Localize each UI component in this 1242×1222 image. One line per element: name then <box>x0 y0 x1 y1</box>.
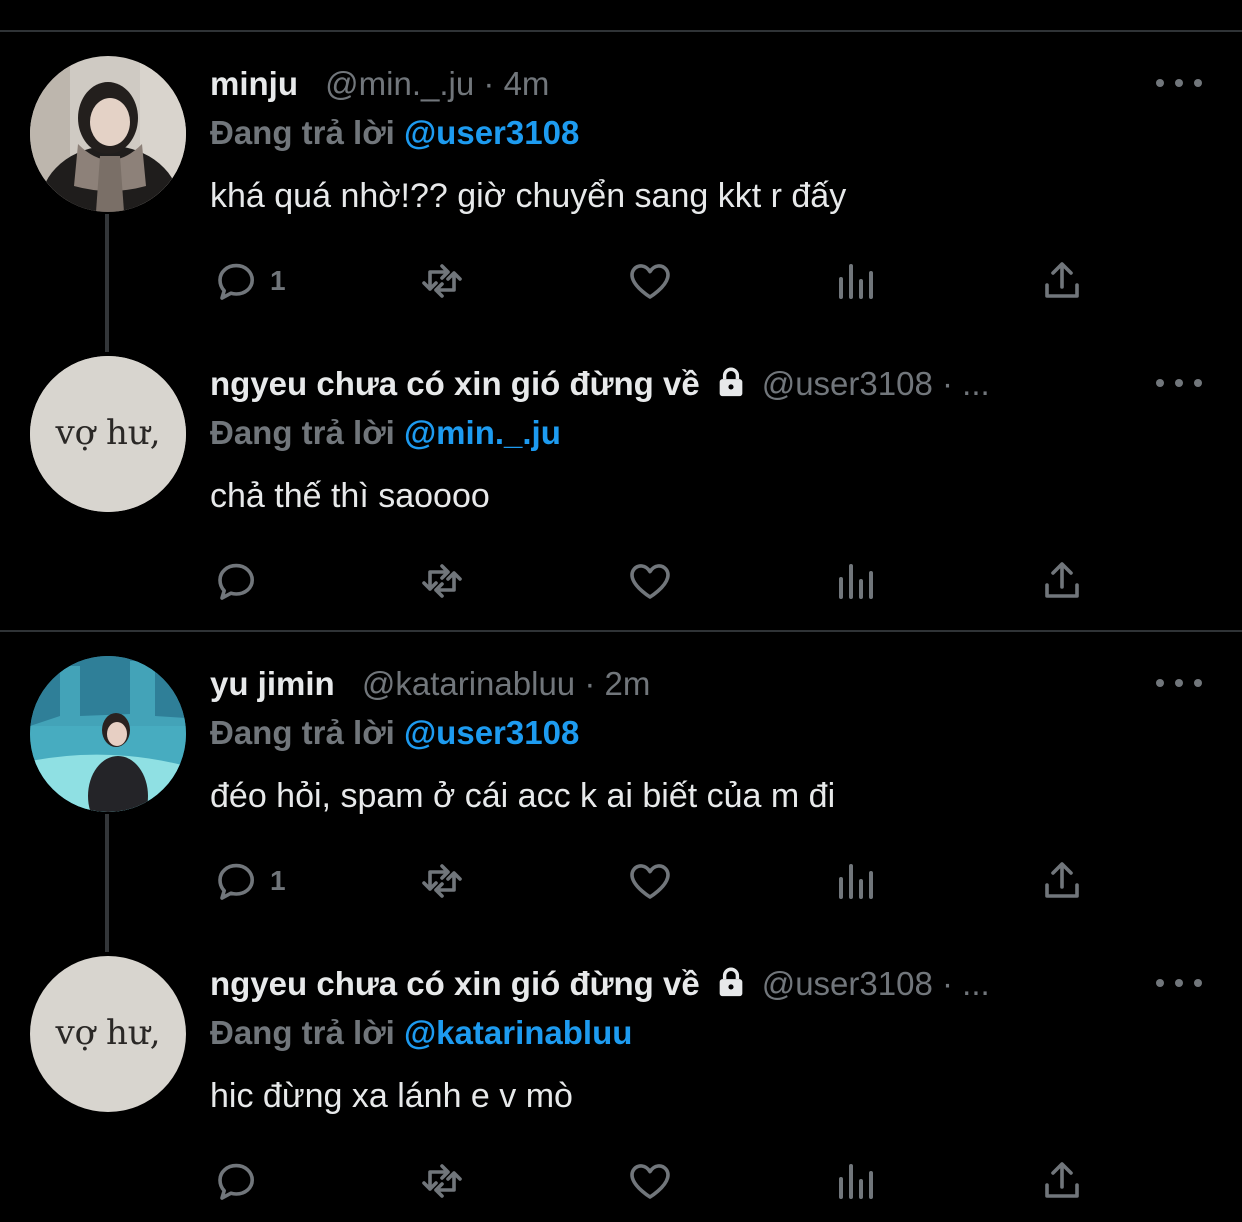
analytics-icon <box>839 1164 873 1199</box>
avatar[interactable] <box>30 656 186 812</box>
replying-to: Đang trả lời @user3108 <box>210 110 579 156</box>
reply-mention-link[interactable]: @user3108 <box>404 114 579 151</box>
heart-icon <box>630 264 670 299</box>
reply-mention-link[interactable]: @min._.ju <box>404 414 561 451</box>
replying-to: Đang trả lời @user3108 <box>210 710 579 756</box>
tweet-header: ngyeu chưa có xin gió đừng về @user3108 ·… <box>210 362 1150 406</box>
timestamp[interactable]: 2m <box>605 665 651 702</box>
heart-icon <box>630 564 670 599</box>
user-handle[interactable]: @min._.ju <box>325 65 474 102</box>
retweet-icon <box>422 564 462 598</box>
user-handle[interactable]: @user3108 <box>762 965 933 1002</box>
views-button[interactable] <box>832 556 880 606</box>
retweet-button[interactable] <box>418 256 466 306</box>
display-name[interactable]: yu jimin <box>210 665 335 702</box>
avatar-text: vợ hư, <box>54 413 160 453</box>
views-button[interactable] <box>832 856 880 906</box>
replying-label: Đang trả lời <box>210 414 395 451</box>
reply-icon <box>218 263 254 300</box>
retweet-button[interactable] <box>418 1156 466 1206</box>
reply-button[interactable] <box>212 1156 270 1206</box>
views-button[interactable] <box>832 256 880 306</box>
views-button[interactable] <box>832 1156 880 1206</box>
reply-button[interactable] <box>212 556 270 606</box>
like-button[interactable] <box>626 256 674 306</box>
share-icon <box>1045 1162 1079 1198</box>
action-bar: 1 <box>0 256 1242 306</box>
analytics-icon <box>839 264 873 299</box>
replying-label: Đang trả lời <box>210 114 395 151</box>
heart-icon <box>630 864 670 899</box>
reply-count: 1 <box>270 865 286 896</box>
share-button[interactable] <box>1038 556 1086 606</box>
reply-mention-link[interactable]: @user3108 <box>404 714 579 751</box>
display-name[interactable]: minju <box>210 65 298 102</box>
share-icon <box>1045 862 1079 898</box>
replying-label: Đang trả lời <box>210 1014 395 1051</box>
tweet-text: đéo hỏi, spam ở cái acc k ai biết của m … <box>210 777 836 815</box>
tweet-header: ngyeu chưa có xin gió đừng về @user3108 ·… <box>210 962 1150 1006</box>
tweet-text: hic đừng xa lánh e v mò <box>210 1077 573 1115</box>
action-bar <box>0 1156 1242 1206</box>
tweet[interactable]: vợ hư, ngyeu chưa có xin gió đừng về @use… <box>0 300 1242 600</box>
tweet-header: minju @min._.ju · 4m <box>210 62 1150 106</box>
separator-dot: · <box>483 65 495 102</box>
retweet-icon <box>422 264 462 298</box>
more-options-button[interactable] <box>1156 368 1202 398</box>
reply-icon <box>218 1163 254 1200</box>
tweet[interactable]: vợ hư, ngyeu chưa có xin gió đừng về @use… <box>0 900 1242 1200</box>
more-options-button[interactable] <box>1156 668 1202 698</box>
avatar-text: vợ hư, <box>54 1013 160 1053</box>
tweet-text: chả thế thì saoooo <box>210 477 490 515</box>
action-bar: 1 <box>0 856 1242 906</box>
tweet[interactable]: yu jimin @katarinabluu · 2m Đang trả lời… <box>0 600 1242 900</box>
timestamp[interactable]: ... <box>962 365 990 402</box>
tweet[interactable]: minju @min._.ju · 4m Đang trả lời @user3… <box>0 0 1242 300</box>
analytics-icon <box>839 564 873 599</box>
share-icon <box>1045 562 1079 598</box>
retweet-button[interactable] <box>418 856 466 906</box>
replying-to: Đang trả lời @katarinabluu <box>210 1010 632 1056</box>
display-name[interactable]: ngyeu chưa có xin gió đừng về <box>210 365 700 402</box>
heart-icon <box>630 1164 670 1199</box>
share-button[interactable] <box>1038 856 1086 906</box>
share-button[interactable] <box>1038 256 1086 306</box>
replying-label: Đang trả lời <box>210 714 395 751</box>
share-icon <box>1045 262 1079 298</box>
more-options-button[interactable] <box>1156 968 1202 998</box>
more-options-button[interactable] <box>1156 68 1202 98</box>
lock-icon <box>714 965 748 1006</box>
reply-button[interactable]: 1 <box>212 256 286 306</box>
separator-dot: · <box>584 665 596 702</box>
like-button[interactable] <box>626 1156 674 1206</box>
user-handle[interactable]: @katarinabluu <box>362 665 575 702</box>
avatar[interactable] <box>30 56 186 212</box>
analytics-icon <box>839 864 873 899</box>
like-button[interactable] <box>626 856 674 906</box>
separator-dot: · <box>941 965 953 1002</box>
display-name[interactable]: ngyeu chưa có xin gió đừng về <box>210 965 700 1002</box>
reply-button[interactable]: 1 <box>212 856 286 906</box>
like-button[interactable] <box>626 556 674 606</box>
user-handle[interactable]: @user3108 <box>762 365 933 402</box>
avatar[interactable]: vợ hư, <box>30 356 186 512</box>
tweet-header: yu jimin @katarinabluu · 2m <box>210 662 1150 706</box>
reply-mention-link[interactable]: @katarinabluu <box>404 1014 632 1051</box>
separator-dot: · <box>941 365 953 402</box>
share-button[interactable] <box>1038 1156 1086 1206</box>
reply-icon <box>218 863 254 900</box>
reply-count: 1 <box>270 265 286 296</box>
timestamp[interactable]: ... <box>962 965 990 1002</box>
lock-icon <box>714 365 748 406</box>
action-bar <box>0 556 1242 606</box>
retweet-icon <box>422 1164 462 1198</box>
avatar[interactable]: vợ hư, <box>30 956 186 1112</box>
retweet-icon <box>422 864 462 898</box>
replying-to: Đang trả lời @min._.ju <box>210 410 561 456</box>
timestamp[interactable]: 4m <box>504 65 550 102</box>
retweet-button[interactable] <box>418 556 466 606</box>
reply-icon <box>218 563 254 600</box>
tweet-text: khá quá nhờ!?? giờ chuyển sang kkt r đấy <box>210 177 847 215</box>
